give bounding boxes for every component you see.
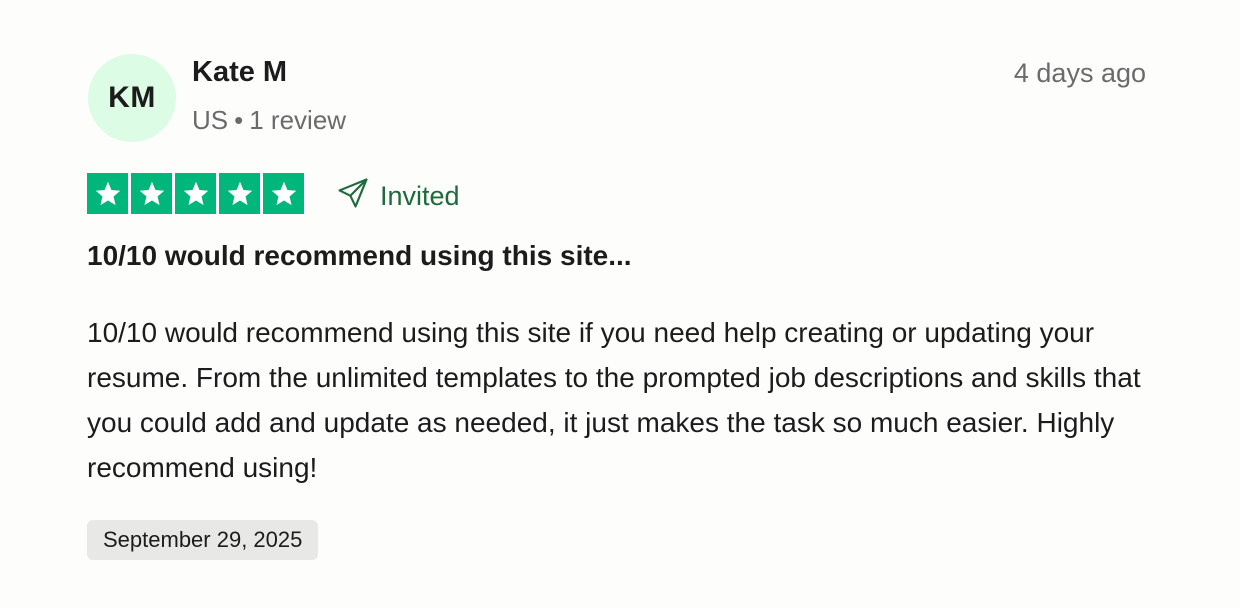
invited-text: Invited [380, 181, 460, 211]
star-icon [263, 173, 304, 214]
star-rating [87, 173, 304, 214]
reviewer-name[interactable]: Kate M [192, 56, 287, 89]
avatar[interactable]: KM [88, 54, 176, 142]
invited-label[interactable]: Invited [336, 176, 460, 217]
star-icon [175, 173, 216, 214]
paper-plane-icon [336, 176, 370, 217]
date-of-experience: September 29, 2025 [103, 527, 303, 552]
meta-separator: • [234, 105, 244, 135]
reviewer-country: US [192, 105, 229, 135]
star-icon [219, 173, 260, 214]
date-of-experience-badge: September 29, 2025 [87, 520, 319, 560]
star-icon [131, 173, 172, 214]
star-icon [87, 173, 128, 214]
review-title[interactable]: 10/10 would recommend using this site... [87, 240, 632, 272]
review-body: 10/10 would recommend using this site if… [87, 317, 1141, 483]
reviewer-meta: US • 1 review [192, 105, 346, 136]
review-time-ago: 4 days ago [1013, 58, 1146, 88]
avatar-initials: KM [108, 81, 156, 114]
review-card: KM Kate M US•1 review 4 days ago Invit [0, 0, 1240, 608]
reviewer-review-count[interactable]: 1 review [249, 105, 346, 135]
